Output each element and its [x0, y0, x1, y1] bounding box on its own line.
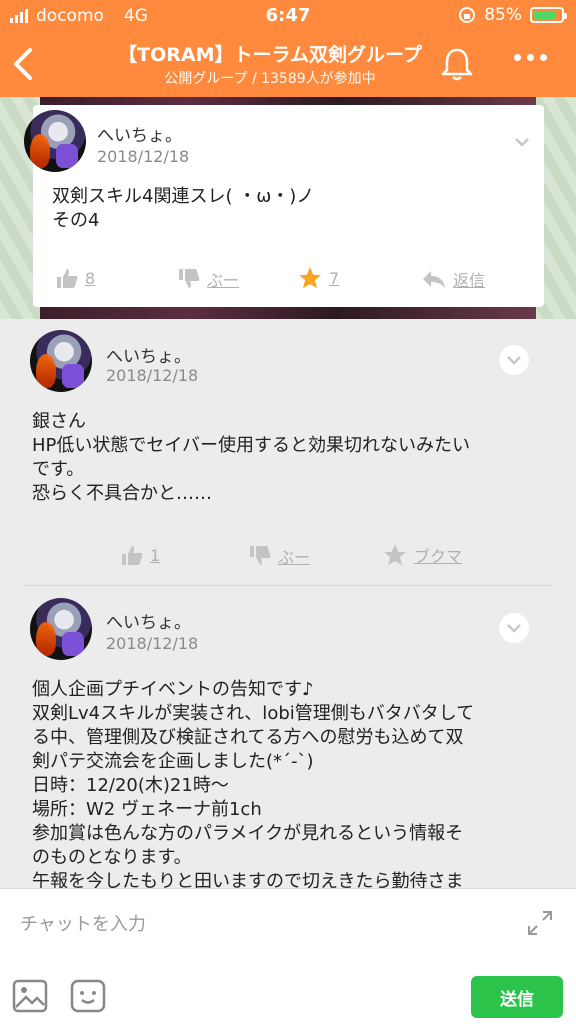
- bell-icon[interactable]: [437, 44, 477, 84]
- thumbs-down-icon: [250, 546, 271, 565]
- divider: [24, 585, 552, 586]
- boo-button[interactable]: ぶー: [248, 544, 310, 568]
- status-bar: docomo 4G 6:47 85%: [0, 0, 576, 32]
- post-body: 個人企画プチイベントの告知です♪ 双剣Lv4スキルが実装され、lobi管理側もバ…: [32, 679, 475, 888]
- thumbs-down-icon: [179, 269, 200, 288]
- group-title: 【TORAM】トーラム双剣グループ: [118, 44, 422, 66]
- chat-bar: 送信: [0, 888, 576, 1024]
- star-icon: [384, 544, 406, 566]
- app-header: docomo 4G 6:47 85% 【TORAM】トーラム双剣グループ 公開グ…: [0, 0, 576, 97]
- list-item: へいちょ。 2018/12/18 個人企画プチイベントの告知です♪ 双剣Lv4ス…: [24, 588, 552, 888]
- reply-arrow-icon: [423, 271, 445, 288]
- thumbs-up-icon: [122, 546, 143, 565]
- image-icon[interactable]: [12, 979, 48, 1013]
- like-button[interactable]: 1: [120, 544, 160, 566]
- battery-icon: [530, 7, 567, 23]
- avatar[interactable]: [30, 598, 92, 660]
- stamp-icon[interactable]: [70, 979, 106, 1013]
- battery-percent: 85%: [484, 5, 522, 25]
- rotation-lock-icon: [459, 7, 476, 23]
- pinned-post-card[interactable]: へいちょ。 2018/12/18 双剣スキル4関連スレ( ・ω・)ノ その4 8…: [24, 105, 544, 307]
- avatar[interactable]: [30, 330, 92, 392]
- expand-icon[interactable]: [526, 909, 554, 937]
- post-date: 2018/12/18: [106, 366, 199, 385]
- like-button[interactable]: 8: [55, 267, 95, 289]
- star-button[interactable]: 7: [297, 265, 339, 291]
- chat-input[interactable]: [20, 904, 500, 944]
- post-body: 双剣スキル4関連スレ( ・ω・)ノ その4: [52, 186, 315, 231]
- more-options-icon[interactable]: [514, 54, 554, 74]
- post-body: 銀さん HP低い状態でセイバー使用すると効果切れないみたい です。 恐らく不具合…: [32, 411, 471, 504]
- thumbs-up-icon: [57, 269, 78, 288]
- avatar[interactable]: [24, 110, 86, 172]
- author-name[interactable]: へいちょ。: [106, 608, 191, 633]
- bookmark-button[interactable]: ブクマ: [382, 542, 462, 568]
- star-icon: [299, 267, 321, 289]
- list-item: へいちょ。 2018/12/18 銀さん HP低い状態でセイバー使用すると効果切…: [24, 320, 552, 585]
- chevron-down-icon[interactable]: [499, 345, 529, 375]
- post-date: 2018/12/18: [106, 634, 199, 653]
- author-name[interactable]: へいちょ。: [97, 121, 182, 146]
- author-name[interactable]: へいちょ。: [106, 342, 191, 367]
- send-button[interactable]: 送信: [471, 976, 563, 1018]
- back-arrow-icon[interactable]: [10, 44, 38, 84]
- boo-button[interactable]: ぶー: [177, 267, 239, 291]
- chevron-down-icon[interactable]: [499, 613, 529, 643]
- post-date: 2018/12/18: [97, 147, 190, 166]
- group-subtitle: 公開グループ / 13589人が参加中: [164, 71, 376, 87]
- reply-button[interactable]: 返信: [421, 267, 485, 291]
- chevron-down-icon[interactable]: [507, 127, 537, 157]
